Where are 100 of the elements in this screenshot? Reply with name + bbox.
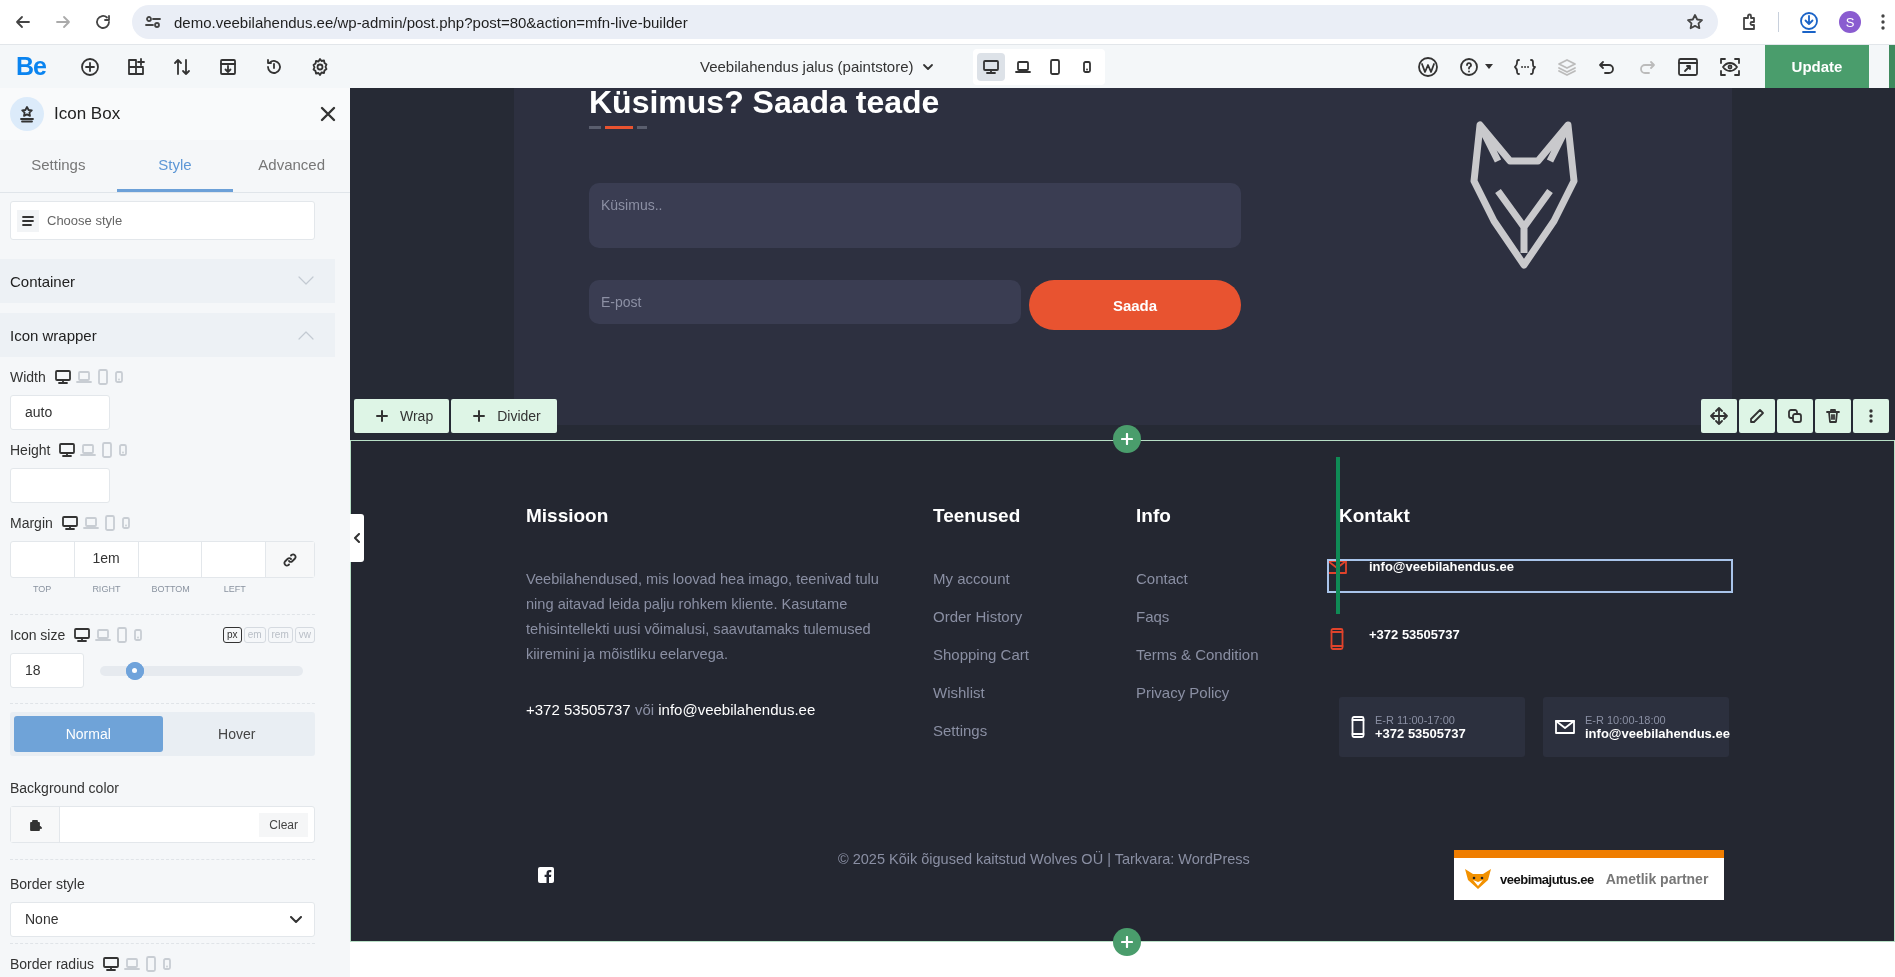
state-toggle-option[interactable]: Hover: [162, 716, 311, 752]
layout-plus-icon[interactable]: [125, 56, 146, 77]
url-text: demo.veebilahendus.ee/wp-admin/post.php?post=80&action=mfn-live-builder: [174, 13, 689, 31]
chevron-down-icon: [290, 915, 302, 924]
contact-text: info@veebilahendus.ee: [1369, 559, 1514, 574]
footer-link[interactable]: Faqs: [1136, 605, 1339, 629]
contact-line: +372 53505737 või info@veebilahendus.ee: [526, 701, 817, 718]
back-arrow-icon[interactable]: [14, 13, 32, 31]
column-heading: Teenused: [933, 505, 1022, 528]
field-label: Border style: [10, 876, 85, 892]
delete-button[interactable]: [1815, 399, 1851, 433]
field-label: Icon size: [10, 627, 66, 643]
border-style-select[interactable]: None: [10, 902, 315, 937]
vertical-dots-icon: [1869, 408, 1873, 424]
page-title[interactable]: Veebilahendus jalus (paintstore): [700, 58, 914, 75]
panel-tab[interactable]: Settings: [0, 140, 117, 192]
export-window-icon[interactable]: [1677, 56, 1699, 77]
collapse-panel-button[interactable]: [350, 514, 364, 562]
caret-down-icon: [1485, 63, 1493, 70]
partner-brand: veebimajutus.ee: [1500, 871, 1594, 887]
contact-value: info@veebilahendus.ee: [1585, 725, 1730, 741]
tablet-icon: [102, 514, 117, 532]
add-circle-icon[interactable]: [79, 56, 100, 77]
facebook-icon[interactable]: [538, 867, 554, 883]
menu-dots-icon[interactable]: [1881, 13, 1885, 31]
add-element-button[interactable]: Divider: [451, 399, 557, 433]
edit-button[interactable]: [1739, 399, 1775, 433]
add-element-button[interactable]: Wrap: [354, 399, 450, 433]
duplicate-icon: [1787, 408, 1803, 424]
tablet-icon: [95, 368, 110, 386]
update-options-button[interactable]: [1889, 44, 1895, 89]
mobile-icon: [119, 514, 132, 532]
builder-logo[interactable]: Be: [16, 52, 46, 81]
desktop-icon: [58, 441, 77, 459]
margin-caption: BOTTOM: [150, 584, 191, 594]
clear-button[interactable]: Clear: [259, 812, 308, 837]
slider-thumb[interactable]: [125, 661, 144, 680]
desktop-icon: [102, 955, 121, 973]
footer-link[interactable]: Privacy Policy: [1136, 681, 1339, 705]
move-icon: [1710, 407, 1728, 425]
opening-hours: E-R 11:00-17:00: [1375, 713, 1456, 726]
link-values-button[interactable]: [266, 542, 314, 577]
mobile-icon: [161, 955, 174, 973]
contact-value: +372 53505737: [1375, 725, 1466, 741]
margin-caption: RIGHT: [91, 584, 122, 594]
sort-arrows-icon[interactable]: [171, 56, 192, 77]
laptop-icon: [81, 514, 100, 532]
address-bar[interactable]: demo.veebilahendus.ee/wp-admin/post.php?post=80&action=mfn-live-builder: [132, 5, 1718, 39]
update-button[interactable]: Update: [1765, 44, 1869, 89]
add-section-button[interactable]: [1113, 928, 1141, 956]
template-import-icon[interactable]: [217, 56, 238, 77]
question-field[interactable]: Küsimus..: [589, 183, 1241, 248]
close-icon[interactable]: [320, 106, 336, 122]
desktop-view-button[interactable]: [977, 52, 1006, 81]
paint-bucket-icon: [28, 817, 42, 832]
add-section-button[interactable]: [1113, 425, 1141, 453]
height-input[interactable]: [10, 468, 110, 503]
profile-avatar[interactable]: S: [1839, 11, 1861, 33]
color-field[interactable]: Clear: [10, 806, 315, 843]
list-icon: [21, 213, 35, 228]
help-icon[interactable]: [1459, 56, 1479, 77]
width-input[interactable]: auto: [10, 395, 110, 430]
mission-paragraph: Veebilahendused, mis loovad hea imago, teenivad tulu ning aitavad leida palju rohkem kliente. Kasutame tehisintellekti uusi võimalusi, saavutamaks tulemused kiiremini ja mõistliku eelarvega.: [526, 570, 880, 664]
style-picker[interactable]: Choose style: [10, 201, 315, 240]
custom-css-icon[interactable]: [1513, 56, 1537, 77]
desktop-icon: [982, 57, 1001, 76]
section-title: Container: [10, 272, 76, 290]
contact-text: +372 53505737: [1369, 627, 1460, 642]
fox-logo-icon: [1464, 868, 1492, 890]
footer-link[interactable]: Settings: [933, 719, 1136, 743]
wordpress-icon[interactable]: [1417, 55, 1439, 78]
column-heading: Info: [1136, 505, 1172, 528]
state-toggle-option[interactable]: Normal: [14, 716, 163, 752]
footer-link[interactable]: My account: [933, 567, 1136, 591]
partner-badge[interactable]: veebimajutus.ee Ametlik partner: [1454, 850, 1724, 900]
unit-option[interactable]: px: [223, 627, 242, 643]
footer-link[interactable]: Shopping Cart: [933, 643, 1136, 667]
footer-link[interactable]: Wishlist: [933, 681, 1136, 705]
move-button[interactable]: [1701, 399, 1737, 433]
preview-eye-icon[interactable]: [1719, 56, 1741, 77]
laptop-icon: [79, 441, 98, 459]
desktop-icon: [60, 514, 79, 532]
laptop-icon: [74, 368, 93, 386]
download-icon[interactable]: [1799, 11, 1819, 33]
desktop-icon: [73, 626, 92, 644]
footer-link[interactable]: Order History: [933, 605, 1136, 629]
site-settings-icon: [144, 13, 162, 31]
panel-tab[interactable]: Advanced: [233, 140, 350, 192]
panel-title: Icon Box: [54, 104, 122, 124]
send-button[interactable]: Saada: [1029, 280, 1241, 330]
bookmark-star-icon[interactable]: [1686, 13, 1704, 31]
duplicate-button[interactable]: [1777, 399, 1813, 433]
icon-size-input[interactable]: 18: [10, 653, 84, 688]
section-header[interactable]: Icon wrapper: [0, 313, 335, 357]
field-label: Height: [10, 442, 51, 458]
panel-tab[interactable]: Style: [116, 140, 234, 192]
extensions-icon[interactable]: [1740, 13, 1758, 31]
reload-icon[interactable]: [94, 13, 112, 31]
email-field[interactable]: E-post: [589, 280, 1021, 324]
section-header[interactable]: Container: [0, 259, 335, 303]
